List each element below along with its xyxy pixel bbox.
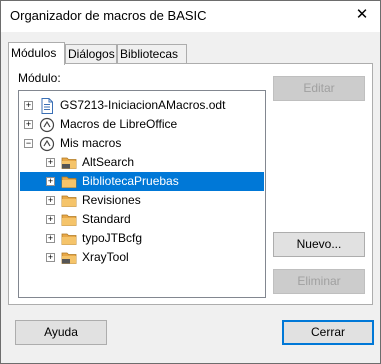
modules-panel: Módulo: + GS7213-IniciacionAMacros.odt + <box>8 63 373 305</box>
document-icon <box>41 98 53 114</box>
folder-icon <box>61 233 77 245</box>
macro-container-icon <box>39 117 55 133</box>
tree-item-library[interactable]: + typoJTBcfg <box>20 229 264 248</box>
edit-button[interactable]: Editar <box>273 76 365 101</box>
expand-icon[interactable]: + <box>46 177 55 186</box>
expand-icon[interactable]: + <box>46 196 55 205</box>
macro-container-icon <box>39 136 55 152</box>
tree-item-library[interactable]: + XrayTool <box>20 248 264 267</box>
module-tree[interactable]: + GS7213-IniciacionAMacros.odt + Macros … <box>18 90 266 298</box>
tree-item-label: Standard <box>82 212 131 226</box>
tab-libraries[interactable]: Bibliotecas <box>117 44 187 64</box>
locked-folder-icon <box>61 252 77 264</box>
folder-icon <box>61 195 77 207</box>
macro-organizer-dialog: Organizador de macros de BASIC ✕ Módulos… <box>0 0 381 364</box>
locked-folder-icon <box>61 157 77 169</box>
tree-item-libreoffice-macros[interactable]: + Macros de LibreOffice <box>20 115 264 134</box>
tree-item-my-macros[interactable]: − Mis macros <box>20 134 264 153</box>
window-title: Organizador de macros de BASIC <box>10 8 207 23</box>
tree-item-label: GS7213-IniciacionAMacros.odt <box>60 98 226 112</box>
close-button[interactable]: Cerrar <box>282 320 374 345</box>
expand-icon[interactable]: + <box>24 120 33 129</box>
expand-icon[interactable]: + <box>46 158 55 167</box>
tree-item-document[interactable]: + GS7213-IniciacionAMacros.odt <box>20 96 264 115</box>
tree-item-library[interactable]: + Standard <box>20 210 264 229</box>
module-label: Módulo: <box>18 71 61 85</box>
tree-item-label: XrayTool <box>82 250 129 264</box>
new-button[interactable]: Nuevo... <box>273 232 365 257</box>
folder-icon <box>61 214 77 226</box>
tree-item-label: AltSearch <box>82 155 135 169</box>
tree-item-label: Revisiones <box>82 193 141 207</box>
delete-button[interactable]: Eliminar <box>273 269 365 294</box>
tab-dialogs[interactable]: Diálogos <box>65 44 117 64</box>
folder-icon <box>61 176 77 188</box>
tree-item-label: Macros de LibreOffice <box>60 117 178 131</box>
expand-icon[interactable]: + <box>46 234 55 243</box>
expand-icon[interactable]: + <box>46 215 55 224</box>
close-icon[interactable]: ✕ <box>354 7 370 23</box>
expand-icon[interactable]: + <box>46 253 55 262</box>
tree-item-library-selected[interactable]: + BibliotecaPruebas <box>20 172 264 191</box>
expand-icon[interactable]: + <box>24 101 33 110</box>
tree-item-library[interactable]: + AltSearch <box>20 153 264 172</box>
help-button[interactable]: Ayuda <box>15 320 107 345</box>
tree-item-label: Mis macros <box>60 136 122 150</box>
tab-modules[interactable]: Módulos <box>8 42 65 65</box>
module-label-text: Módulo: <box>18 71 61 85</box>
tree-item-label: typoJTBcfg <box>82 231 143 245</box>
tree-item-label: BibliotecaPruebas <box>82 174 179 188</box>
tree-item-library[interactable]: + Revisiones <box>20 191 264 210</box>
collapse-icon[interactable]: − <box>24 139 33 148</box>
title-bar[interactable]: Organizador de macros de BASIC ✕ <box>1 1 380 32</box>
